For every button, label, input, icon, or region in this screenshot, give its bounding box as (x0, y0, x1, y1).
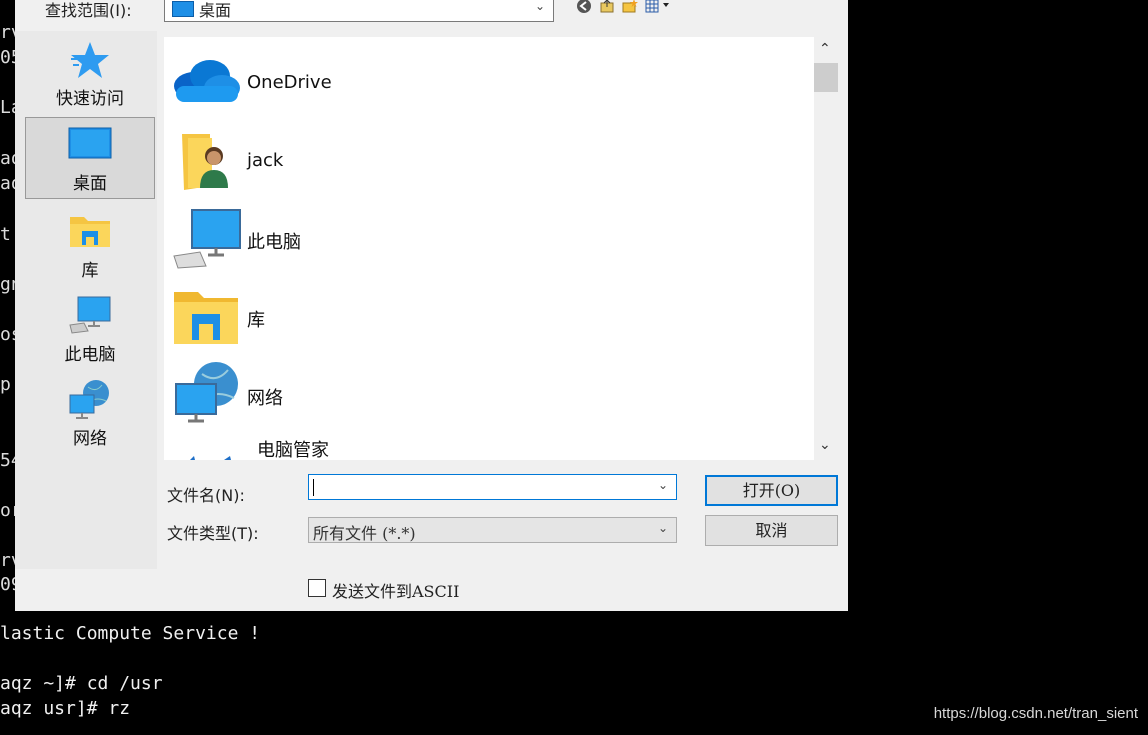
desktop-icon (172, 1, 194, 17)
desktop-icon (67, 126, 113, 166)
network-icon (170, 360, 242, 424)
terminal-line: aqz usr]# rz (0, 698, 131, 719)
back-icon[interactable] (576, 0, 592, 14)
file-name: 电脑管家 (257, 440, 329, 460)
filename-label: 文件名(N): (167, 486, 245, 505)
place-network[interactable]: 网络 (25, 371, 155, 453)
file-name: OneDrive (247, 72, 332, 93)
place-label: 网络 (73, 429, 107, 449)
place-desktop[interactable]: 桌面 (25, 117, 155, 199)
terminal-fragment: p (0, 374, 11, 395)
look-in-label: 查找范围(I): (45, 1, 132, 20)
shield-app-icon (170, 438, 242, 460)
network-icon (68, 379, 112, 425)
star-icon (69, 39, 111, 85)
computer-icon (170, 204, 242, 269)
terminal-line: aqz ~]# cd /usr (0, 673, 163, 694)
chevron-down-icon: ⌄ (657, 521, 668, 535)
library-icon (68, 211, 112, 255)
terminal-line: lastic Compute Service ! (0, 623, 261, 644)
file-list-scrollbar[interactable]: ⌃ ⌄ (814, 37, 838, 460)
look-in-combo[interactable]: 桌面 ⌄ (164, 0, 554, 22)
send-ascii-checkbox[interactable] (308, 579, 326, 597)
chevron-down-icon[interactable]: ⌄ (819, 437, 831, 453)
list-item[interactable]: 网络 (164, 354, 804, 430)
view-menu-icon[interactable] (645, 0, 677, 14)
file-name: 库 (247, 310, 265, 331)
list-item[interactable]: 此电脑 (164, 198, 804, 274)
file-name: 网络 (247, 388, 283, 409)
place-label: 快速访问 (56, 89, 124, 109)
list-item[interactable]: OneDrive (164, 42, 804, 118)
cloud-icon (170, 48, 242, 112)
list-item[interactable]: jack (164, 120, 804, 196)
list-item[interactable]: 电脑管家 (164, 432, 804, 460)
filetype-label: 文件类型(T): (167, 524, 259, 543)
place-label: 桌面 (73, 174, 107, 194)
filename-input[interactable]: ⌄ (308, 474, 677, 500)
watermark: https://blog.csdn.net/tran_sient (933, 705, 1138, 722)
send-ascii-label: 发送文件到ASCII (332, 582, 460, 601)
computer-icon (68, 295, 112, 339)
scrollbar-thumb[interactable] (814, 63, 838, 92)
file-list: OneDrive jack 此电脑 库 网络 电脑管家 (164, 37, 814, 460)
filetype-select[interactable]: 所有文件 (*.*) ⌄ (308, 517, 677, 543)
chevron-up-icon[interactable]: ⌃ (819, 41, 831, 57)
text-caret (313, 479, 314, 496)
look-in-value: 桌面 (199, 1, 232, 20)
places-bar: 快速访问 桌面 库 此电脑 网络 (15, 31, 157, 569)
list-item[interactable]: 库 (164, 276, 804, 352)
open-file-dialog: 查找范围(I): 桌面 ⌄ 快速访问 桌面 库 此电脑 网络 OneDrive … (15, 0, 848, 611)
library-icon (170, 282, 242, 346)
place-quick-access[interactable]: 快速访问 (25, 31, 155, 113)
place-library[interactable]: 库 (25, 203, 155, 285)
file-name: jack (247, 150, 284, 171)
file-name: 此电脑 (247, 232, 301, 253)
place-label: 此电脑 (64, 345, 116, 365)
chevron-down-icon[interactable]: ⌄ (658, 478, 668, 492)
up-folder-icon[interactable] (599, 0, 615, 14)
chevron-down-icon: ⌄ (534, 0, 545, 13)
place-this-pc[interactable]: 此电脑 (25, 287, 155, 369)
open-button[interactable]: 打开(O) (705, 475, 838, 506)
user-folder-icon (170, 126, 242, 190)
new-folder-icon[interactable] (622, 0, 638, 14)
filetype-value: 所有文件 (*.*) (313, 524, 416, 543)
terminal-fragment: t (0, 224, 11, 245)
cancel-button[interactable]: 取消 (705, 515, 838, 546)
place-label: 库 (81, 261, 99, 281)
